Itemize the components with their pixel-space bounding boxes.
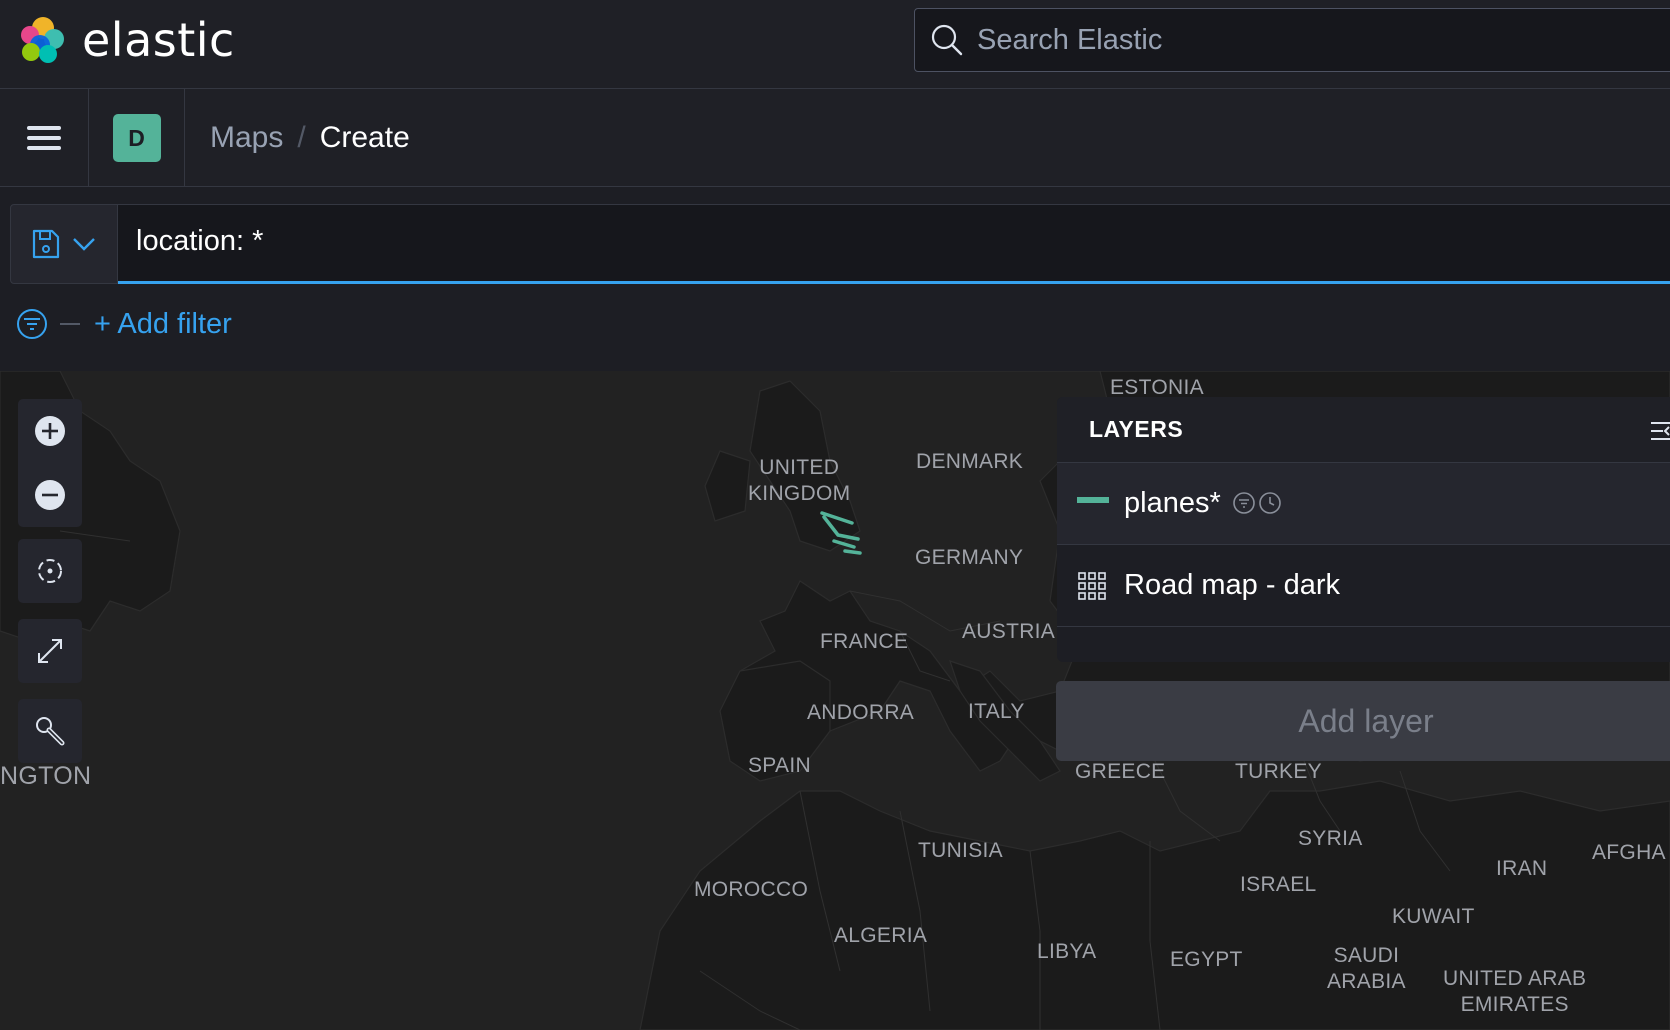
- tools-button[interactable]: [18, 699, 82, 763]
- crosshair-icon: [38, 559, 62, 583]
- map-label: TUNISIA: [918, 839, 1003, 862]
- layers-header: LAYERS: [1057, 397, 1670, 463]
- map-canvas[interactable]: ESTONIA UNITED KINGDOM DENMARK GERMANY F…: [0, 371, 1670, 1030]
- breadcrumb-separator: /: [297, 121, 306, 154]
- add-layer-label: Add layer: [1298, 702, 1434, 739]
- filter-badge-icon: [1233, 492, 1255, 514]
- add-filter-link[interactable]: + Add filter: [94, 308, 232, 341]
- layers-title: LAYERS: [1089, 416, 1184, 442]
- minus-icon: [35, 480, 65, 510]
- map-label: EGYPT: [1170, 948, 1243, 971]
- breadcrumb: Maps / Create: [210, 89, 410, 187]
- map-label: SYRIA: [1298, 827, 1363, 850]
- save-icon: [32, 229, 60, 259]
- breadcrumb-maps[interactable]: Maps: [210, 121, 283, 155]
- map-label: SAUDI ARABIA: [1327, 944, 1406, 993]
- layers-panel: LAYERS planes* Road map - dark: [1057, 397, 1670, 662]
- map-label: LIBYA: [1037, 940, 1097, 963]
- search-input[interactable]: [977, 23, 1577, 57]
- menu-button[interactable]: [0, 89, 89, 187]
- map-label: ANDORRA: [807, 701, 915, 724]
- fullscreen-control: [18, 619, 82, 683]
- map-label: DENMARK: [916, 450, 1024, 473]
- map-label: IRAN: [1496, 857, 1548, 880]
- clock-icon: [1259, 492, 1281, 514]
- query-bar: [10, 204, 1670, 284]
- zoom-out-button[interactable]: [18, 463, 82, 527]
- add-layer-button[interactable]: Add layer: [1056, 681, 1670, 761]
- hamburger-icon: [27, 123, 61, 153]
- map-label: AFGHA: [1592, 841, 1666, 864]
- filter-divider: [60, 323, 80, 325]
- breadcrumb-create: Create: [319, 121, 410, 154]
- top-header: elastic: [0, 0, 1670, 89]
- map-label: KUWAIT: [1392, 905, 1475, 928]
- layer-item-road-map[interactable]: Road map - dark: [1057, 545, 1670, 627]
- elastic-logo[interactable]: elastic: [18, 15, 235, 65]
- breadcrumb-bar: D Maps / Create: [0, 89, 1670, 187]
- map-label: ISRAEL: [1240, 873, 1317, 896]
- grid-icon: [1078, 572, 1106, 600]
- filter-icon[interactable]: [16, 308, 48, 340]
- layer-name[interactable]: planes*: [1124, 487, 1221, 520]
- chevron-down-icon: [73, 238, 95, 251]
- map-label: MOROCCO: [694, 878, 809, 901]
- expand-icon: [38, 639, 62, 663]
- layer-item-planes[interactable]: planes*: [1057, 463, 1670, 545]
- layer-color-swatch: [1077, 497, 1109, 503]
- logo-text: elastic: [82, 13, 235, 67]
- map-label: UNITED KINGDOM: [748, 456, 851, 505]
- map-label: ALGERIA: [834, 924, 928, 947]
- zoom-controls: [18, 399, 82, 527]
- collapse-panel-icon[interactable]: [1647, 420, 1670, 442]
- map-label: ITALY: [968, 700, 1025, 723]
- map-label: GREECE: [1075, 760, 1166, 783]
- set-view-button[interactable]: [18, 539, 82, 603]
- fullscreen-button[interactable]: [18, 619, 82, 683]
- wrench-icon: [36, 717, 65, 746]
- map-label: UNITED ARAB EMIRATES: [1443, 967, 1587, 1016]
- global-search[interactable]: [914, 8, 1670, 72]
- locate-control: [18, 539, 82, 603]
- query-input[interactable]: [136, 225, 1536, 258]
- elastic-logo-icon: [21, 17, 64, 63]
- space-selector[interactable]: D: [89, 89, 185, 187]
- tools-control: [18, 699, 82, 763]
- filter-row: + Add filter: [16, 304, 232, 344]
- saved-query-button[interactable]: [10, 204, 118, 284]
- map-label: GERMANY: [915, 546, 1024, 569]
- search-icon: [931, 24, 963, 56]
- layer-name[interactable]: Road map - dark: [1124, 569, 1340, 602]
- query-input-wrapper: [118, 204, 1670, 284]
- zoom-in-button[interactable]: [18, 399, 82, 463]
- map-label: NGTON: [0, 762, 92, 790]
- map-label: FRANCE: [820, 630, 909, 653]
- map-label: AUSTRIA: [962, 620, 1056, 643]
- plus-icon: [35, 416, 65, 446]
- map-label: TURKEY: [1235, 760, 1322, 783]
- layer-badges: [1232, 491, 1282, 515]
- map-label: SPAIN: [748, 754, 811, 777]
- space-avatar: D: [112, 114, 161, 162]
